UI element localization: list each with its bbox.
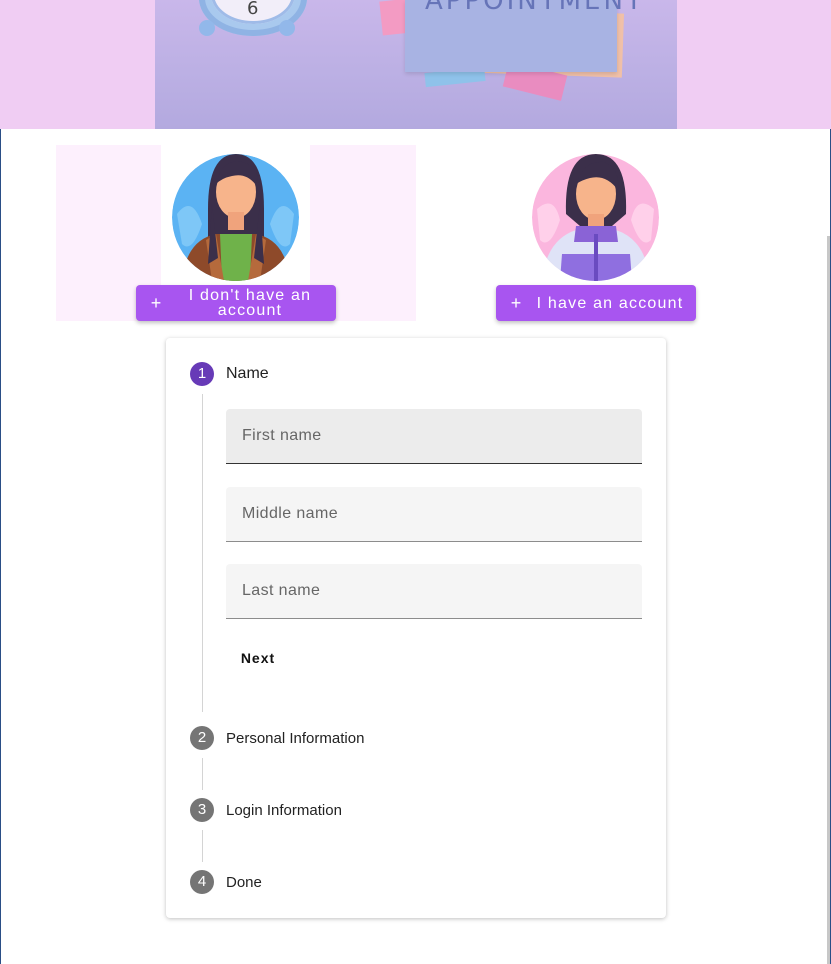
step-personal-info-header[interactable]: 2 Personal Information: [190, 726, 364, 750]
next-button[interactable]: Next: [226, 640, 290, 676]
step-done-header[interactable]: 4 Done: [190, 870, 262, 894]
step-name-header[interactable]: 1 Name: [190, 362, 269, 386]
have-account-button-label: I have an account: [536, 294, 684, 312]
hero-banner: 6 APPOINTMENT: [0, 0, 831, 129]
step-connector: [202, 830, 203, 862]
last-name-field[interactable]: [226, 564, 642, 619]
existing-account-option[interactable]: + I have an account: [416, 145, 776, 321]
new-account-option[interactable]: + I don't have an account: [56, 145, 416, 321]
have-account-button[interactable]: + I have an account: [496, 285, 696, 321]
avatar-frame: [521, 145, 670, 285]
step-title: Name: [226, 365, 269, 382]
banner-note-text: APPOINTMENT: [425, 0, 645, 16]
plus-icon: +: [150, 293, 162, 313]
step-login-info-header[interactable]: 3 Login Information: [190, 798, 342, 822]
last-name-input[interactable]: [226, 564, 642, 618]
scrollbar[interactable]: [827, 236, 830, 964]
window-frame-left: [0, 0, 1, 964]
first-name-input[interactable]: [226, 409, 642, 463]
step-title: Personal Information: [226, 729, 365, 747]
no-account-button[interactable]: + I don't have an account: [136, 285, 336, 321]
step-number-badge: 3: [190, 798, 214, 822]
plus-icon: +: [510, 293, 522, 313]
step-connector: [202, 758, 203, 790]
avatar-woman-purple-jacket: [532, 154, 659, 281]
avatar-woman-brown-jacket: [172, 154, 299, 281]
registration-stepper: 1 Name Next 2 Personal Information 3 Log…: [166, 338, 666, 918]
step-number-badge: 4: [190, 870, 214, 894]
step-connector: [202, 394, 203, 712]
middle-name-field[interactable]: [226, 487, 642, 542]
middle-name-input[interactable]: [226, 487, 642, 541]
clock-foot: [279, 20, 295, 36]
appointment-banner-image: 6 APPOINTMENT: [155, 0, 677, 129]
step-title: Done: [226, 873, 262, 891]
step-title: Login Information: [226, 801, 342, 819]
step-number-badge: 2: [190, 726, 214, 750]
no-account-button-label: I don't have an account: [188, 287, 312, 319]
first-name-field[interactable]: [226, 409, 642, 464]
step-number-badge: 1: [190, 362, 214, 386]
avatar-frame: [161, 145, 310, 285]
clock-number: 6: [247, 0, 259, 19]
clock-foot: [199, 20, 215, 36]
